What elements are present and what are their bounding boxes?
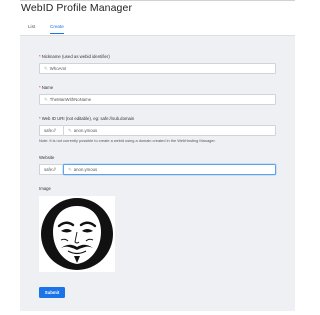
pencil-icon: ✎ bbox=[68, 166, 72, 172]
name-label: *Name bbox=[39, 85, 54, 90]
pencil-icon: ✎ bbox=[44, 65, 48, 71]
webid-uri-label: *Web ID URI (not editable), eg: safe://s… bbox=[39, 116, 135, 121]
tab-bar: List Create bbox=[20, 20, 295, 36]
required-asterisk: * bbox=[39, 116, 41, 121]
webid-uri-value: anon.ymous bbox=[73, 128, 98, 133]
top-divider bbox=[20, 0, 295, 1]
name-input[interactable]: ✎ TheManWithNoName bbox=[39, 94, 276, 105]
required-asterisk: * bbox=[39, 85, 41, 90]
create-form-panel: *Nickname (used as webid identifier) ✎ Wh… bbox=[20, 36, 295, 311]
website-input[interactable]: ✎ anon.ymous bbox=[63, 164, 276, 175]
website-prefix: safe:// bbox=[39, 164, 63, 175]
website-value: anon.ymous bbox=[73, 167, 98, 172]
website-label: Website bbox=[39, 155, 55, 160]
tab-create[interactable]: Create bbox=[50, 24, 64, 34]
webid-uri-prefix: safe:// bbox=[39, 125, 63, 136]
pencil-icon: ✎ bbox=[44, 96, 48, 102]
name-value: TheManWithNoName bbox=[49, 97, 92, 102]
pencil-icon: ✎ bbox=[68, 127, 72, 133]
nickname-label: *Nickname (used as webid identifier) bbox=[39, 54, 110, 59]
page-title: WebID Profile Manager bbox=[21, 2, 133, 14]
nickname-input[interactable]: ✎ WhoAmI bbox=[39, 63, 276, 74]
anonymous-mask-icon bbox=[41, 198, 113, 270]
nickname-value: WhoAmI bbox=[49, 66, 67, 71]
webid-note: Note: It is not currently possible to cr… bbox=[39, 138, 216, 143]
tab-list[interactable]: List bbox=[28, 24, 35, 33]
required-asterisk: * bbox=[39, 54, 41, 59]
webid-uri-input[interactable]: ✎ anon.ymous bbox=[63, 125, 276, 136]
image-label: Image bbox=[39, 186, 51, 191]
submit-button[interactable]: Submit bbox=[39, 287, 65, 298]
avatar-image[interactable] bbox=[39, 196, 115, 272]
